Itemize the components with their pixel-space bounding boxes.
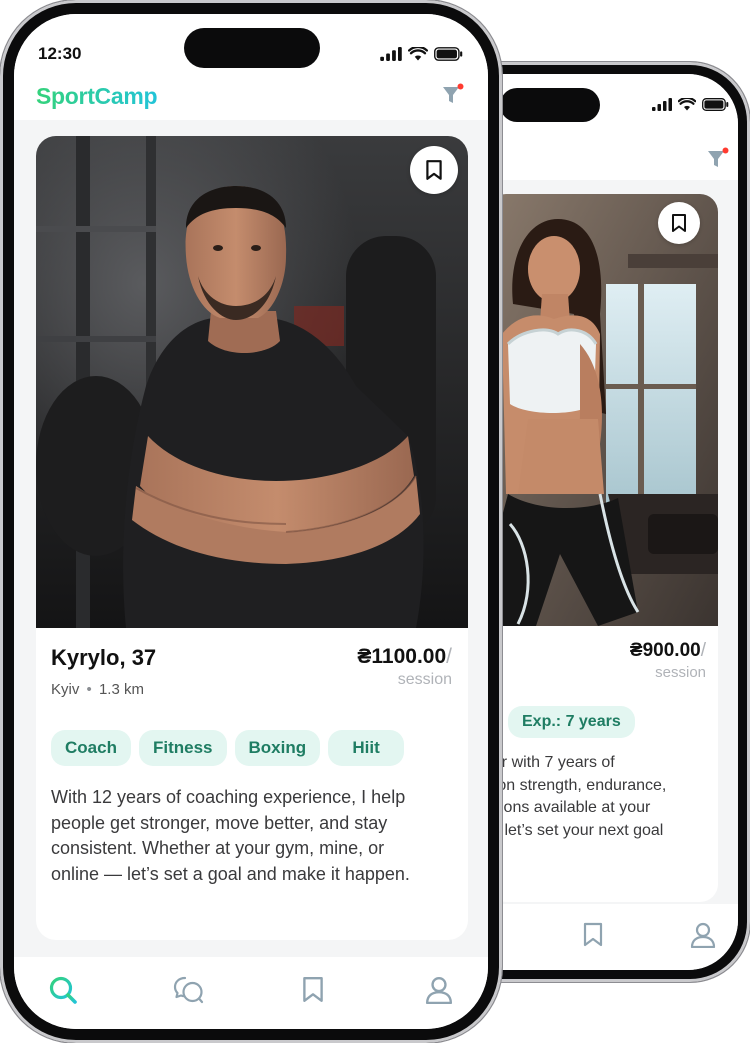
price-unit: session bbox=[397, 671, 452, 688]
trainer-photo bbox=[488, 194, 718, 626]
trainer-photo bbox=[36, 136, 468, 628]
trainer-price: ₴1100.00/ bbox=[357, 645, 452, 668]
tab-saved[interactable] bbox=[296, 973, 330, 1007]
battery-icon bbox=[702, 98, 729, 111]
back-trainer-card[interactable]: ₴900.00/ session Exp.: 7 years ner with … bbox=[488, 194, 718, 902]
trainer-bio: With 12 years of coaching experience, I … bbox=[51, 787, 410, 884]
tab-profile[interactable] bbox=[422, 973, 456, 1007]
separator-dot: • bbox=[86, 681, 92, 698]
chat-icon bbox=[173, 976, 204, 1004]
app-logo: SportCamp bbox=[36, 83, 158, 109]
price-unit: session bbox=[655, 664, 706, 681]
front-phone: 12:30 SportCamp Kyrylo, 37 Kyiv • 1.3 km… bbox=[0, 0, 502, 1043]
wifi-icon bbox=[408, 47, 428, 61]
signal-icon bbox=[652, 98, 672, 111]
status-time: 12:30 bbox=[38, 44, 82, 63]
back-status-icons bbox=[652, 98, 729, 111]
filter-icon[interactable] bbox=[705, 146, 731, 172]
trainer-location: Kyiv • 1.3 km bbox=[51, 681, 144, 698]
bookmark-icon bbox=[583, 922, 603, 947]
tab-saved[interactable] bbox=[576, 918, 610, 952]
tag-coach[interactable]: Coach bbox=[51, 730, 131, 766]
trainer-bio: ner with 7 years of d on strength, endur… bbox=[488, 754, 667, 861]
tab-chat[interactable] bbox=[172, 973, 206, 1007]
filter-icon[interactable] bbox=[440, 82, 466, 108]
bookmark-icon[interactable] bbox=[658, 202, 700, 244]
city: Kyiv bbox=[51, 681, 80, 698]
status-bar: 12:30 bbox=[14, 14, 488, 80]
status-icons bbox=[380, 47, 463, 61]
tag-boxing[interactable]: Boxing bbox=[234, 730, 321, 766]
profile-icon bbox=[425, 976, 453, 1004]
tab-search[interactable] bbox=[46, 973, 80, 1007]
tab-bar bbox=[14, 957, 488, 1029]
app-bar: SportCamp bbox=[14, 80, 488, 120]
tag-experience[interactable]: Exp.: 7 years bbox=[508, 706, 635, 738]
distance: 1.3 km bbox=[98, 681, 144, 698]
bookmark-icon[interactable] bbox=[410, 146, 458, 194]
search-icon bbox=[49, 976, 77, 1004]
front-screen: 12:30 SportCamp Kyrylo, 37 Kyiv • 1.3 km… bbox=[14, 14, 488, 1029]
bookmark-icon bbox=[303, 976, 323, 1002]
trainer-price: ₴900.00/ bbox=[629, 640, 706, 661]
dynamic-island bbox=[184, 28, 320, 68]
profile-icon bbox=[690, 922, 716, 948]
trainer-card[interactable]: Kyrylo, 37 Kyiv • 1.3 km ₴1100.00/ sessi… bbox=[36, 136, 468, 940]
dynamic-island bbox=[500, 88, 600, 122]
signal-icon bbox=[380, 47, 402, 61]
tag-fitness[interactable]: Fitness bbox=[138, 730, 227, 766]
trainer-name: Kyrylo, 37 bbox=[51, 645, 157, 670]
battery-icon bbox=[434, 47, 463, 61]
wifi-icon bbox=[678, 98, 696, 111]
tab-profile[interactable] bbox=[686, 918, 720, 952]
trainer-tags: Coach Fitness Boxing Hiit bbox=[51, 730, 405, 766]
back-tags: Exp.: 7 years bbox=[488, 706, 635, 738]
tag-hiit[interactable]: Hiit bbox=[328, 730, 405, 766]
